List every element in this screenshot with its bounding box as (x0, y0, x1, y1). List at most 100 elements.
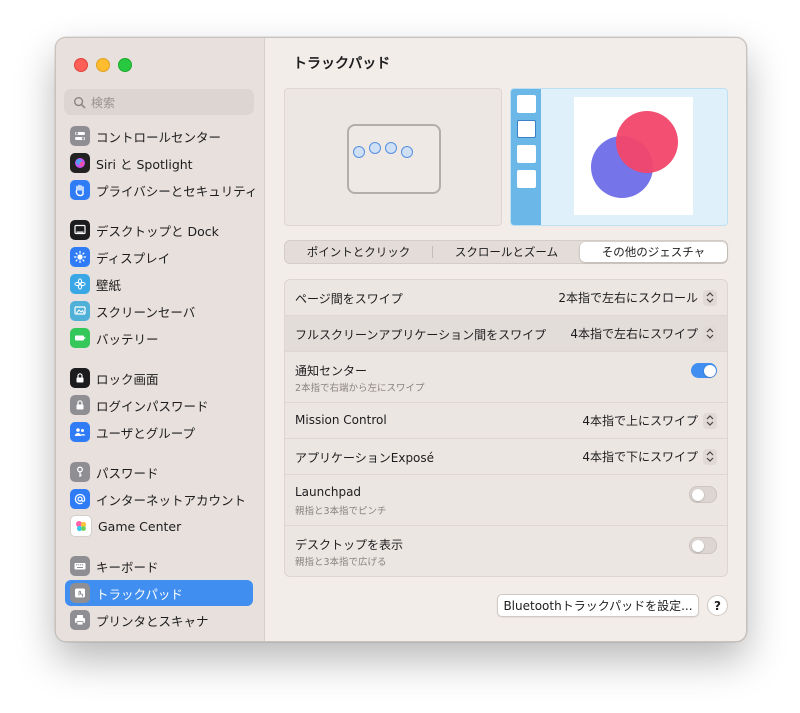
window-controls (74, 58, 132, 72)
space-thumbnail (517, 170, 536, 188)
chevron-updown-icon (703, 325, 717, 342)
search-placeholder: 検索 (91, 95, 116, 110)
popup-value: 4本指で左右にスワイプ (570, 327, 698, 341)
main-content: トラックパッド ポイントとクリック スクロールとズーム その他のジェスチャ ペー… (265, 38, 746, 641)
sidebar-item-label: コントロールセンター (96, 129, 222, 145)
game-center-icon (70, 515, 92, 537)
sidebar-item-privacy[interactable]: プライバシーとセキュリティ (65, 177, 258, 203)
swipe-pages-popup[interactable]: 2本指で左右にスクロール (558, 289, 717, 306)
row-mission-control: Mission Control 4本指で上にスワイプ (285, 403, 727, 439)
users-icon (70, 422, 90, 442)
launchpad-toggle[interactable] (689, 486, 717, 503)
tab-scroll-zoom[interactable]: スクロールとズーム (433, 242, 580, 262)
sidebar-item-label: インターネットアカウント (96, 492, 247, 508)
tab-more-gestures[interactable]: その他のジェスチャ (580, 242, 727, 262)
sidebar-item-label: Game Center (98, 518, 182, 534)
chevron-updown-icon (703, 448, 717, 465)
finger-dot (385, 142, 397, 154)
sidebar-item-label: ロック画面 (96, 371, 159, 387)
sidebar-item-label: プリンタとスキャナ (96, 613, 209, 629)
sidebar-item-printers[interactable]: プリンタとスキャナ (65, 607, 253, 633)
row-show-desktop: デスクトップを表示 親指と3本指で広げる (285, 526, 727, 576)
row-label: デスクトップを表示 (295, 538, 404, 552)
sidebar-item-label: トラックパッド (96, 586, 183, 602)
overlapping-circles-illustration (591, 111, 678, 198)
sidebar-item-label: バッテリー (96, 331, 159, 347)
sidebar-item-label: ログインパスワード (96, 398, 209, 414)
row-notification-center: 通知センター 2本指で右端から左にスワイプ (285, 352, 727, 403)
gesture-trackpad-preview (284, 88, 502, 226)
row-description: 2本指で右端から左にスワイプ (295, 383, 425, 394)
tab-bar: ポイントとクリック スクロールとズーム その他のジェスチャ (284, 240, 728, 264)
sidebar-item-passwords[interactable]: パスワード (65, 459, 253, 485)
zoom-button[interactable] (118, 58, 132, 72)
row-description: 親指と3本指で広げる (295, 557, 387, 568)
sidebar-item-label: パスワード (96, 465, 159, 481)
sidebar-item-internet-accounts[interactable]: インターネットアカウント (65, 486, 253, 512)
row-label: ページ間をスワイプ (295, 292, 403, 306)
row-label: アプリケーションExposé (295, 451, 435, 465)
search-input[interactable]: 検索 (64, 89, 254, 115)
row-label: Launchpad (295, 485, 362, 499)
row-app-expose: アプリケーションExposé 4本指で下にスワイプ (285, 439, 727, 475)
page-title: トラックパッド (293, 56, 391, 72)
help-button[interactable]: ? (707, 595, 728, 616)
wallpaper-icon (70, 274, 90, 294)
popup-value: 4本指で上にスワイプ (582, 414, 698, 428)
chevron-updown-icon (703, 412, 717, 429)
minimize-button[interactable] (96, 58, 110, 72)
space-thumbnail (517, 120, 536, 138)
finger-dot (353, 146, 365, 158)
swipe-fullscreen-popup[interactable]: 4本指で左右にスワイプ (570, 325, 717, 342)
app-switcher-strip (511, 89, 541, 225)
sidebar-item-lock-screen[interactable]: ロック画面 (65, 365, 253, 391)
sidebar-item-game-center[interactable]: Game Center (65, 513, 253, 539)
sidebar-item-label: キーボード (96, 559, 159, 575)
row-swipe-fullscreen-apps: フルスクリーンアプリケーション間をスワイプ 4本指で左右にスワイプ (285, 316, 727, 352)
show-desktop-toggle[interactable] (689, 537, 717, 554)
notification-center-toggle[interactable] (691, 363, 717, 378)
trackpad-illustration (347, 124, 441, 194)
sidebar-item-label: デスクトップと Dock (96, 223, 219, 239)
sidebar-item-login-password[interactable]: ログインパスワード (65, 392, 253, 418)
sidebar-item-label: プライバシーとセキュリティ (96, 183, 258, 199)
sidebar-item-wallpaper[interactable]: 壁紙 (65, 271, 253, 297)
space-thumbnail (517, 145, 536, 163)
sidebar-item-control-center[interactable]: コントロールセンター (65, 123, 253, 149)
row-launchpad: Launchpad 親指と3本指でピンチ (285, 475, 727, 526)
row-swipe-pages: ページ間をスワイプ 2本指で左右にスクロール (285, 280, 727, 316)
sidebar-item-screensaver[interactable]: スクリーンセーバ (65, 298, 253, 324)
sidebar-item-battery[interactable]: バッテリー (65, 325, 253, 351)
row-label: フルスクリーンアプリケーション間をスワイプ (295, 328, 547, 342)
sidebar-item-siri[interactable]: Siri と Spotlight (65, 150, 253, 176)
siri-icon (70, 153, 90, 173)
row-label: Mission Control (295, 413, 387, 427)
printer-icon (70, 610, 90, 630)
sidebar-item-keyboard[interactable]: キーボード (65, 553, 253, 579)
close-button[interactable] (74, 58, 88, 72)
at-icon (70, 489, 90, 509)
popup-value: 2本指で左右にスクロール (558, 291, 698, 305)
key-icon (70, 462, 90, 482)
popup-value: 4本指で下にスワイプ (582, 450, 698, 464)
lock-screen-icon (70, 368, 90, 388)
finger-dot (369, 142, 381, 154)
row-description: 親指と3本指でピンチ (295, 506, 387, 517)
screensaver-icon (70, 301, 90, 321)
lock-icon (70, 395, 90, 415)
sidebar-item-label: Siri と Spotlight (96, 156, 193, 172)
finger-dot (401, 146, 413, 158)
sidebar-item-desktop-dock[interactable]: デスクトップと Dock (65, 217, 253, 243)
app-expose-popup[interactable]: 4本指で下にスワイプ (582, 448, 717, 465)
keyboard-icon (70, 556, 90, 576)
sidebar-item-users[interactable]: ユーザとグループ (65, 419, 253, 445)
sidebar-item-display[interactable]: ディスプレイ (65, 244, 253, 270)
setup-bluetooth-trackpad-button[interactable]: Bluetoothトラックパッドを設定... (497, 594, 699, 617)
sidebar-item-trackpad[interactable]: トラックパッド (65, 580, 253, 606)
chevron-updown-icon (703, 289, 717, 306)
sidebar-item-label: ユーザとグループ (96, 425, 196, 441)
mission-control-popup[interactable]: 4本指で上にスワイプ (582, 412, 717, 429)
hand-icon (70, 180, 90, 200)
settings-window: 検索 コントロールセンター Siri と Spotlight プライバシーとセキ (55, 37, 747, 642)
tab-point-click[interactable]: ポイントとクリック (285, 242, 432, 262)
